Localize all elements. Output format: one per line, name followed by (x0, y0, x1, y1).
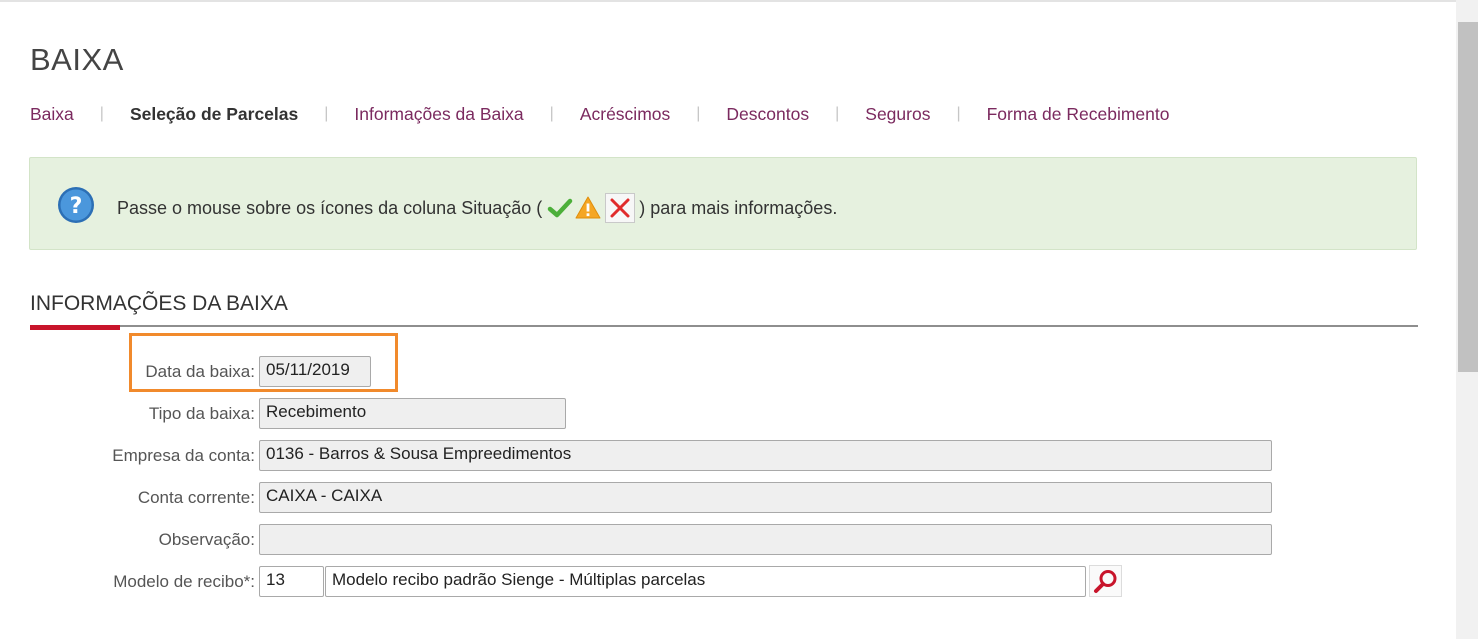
tab-separator: | (324, 105, 329, 122)
warning-icon[interactable] (575, 195, 601, 221)
conta-corrente-field[interactable]: CAIXA - CAIXA (259, 482, 1272, 513)
status-icons-legend (547, 193, 636, 223)
modelo-recibo-description-field[interactable]: Modelo recibo padrão Sienge - Múltiplas … (325, 566, 1086, 597)
tab-descontos[interactable]: Descontos (726, 104, 809, 125)
observacao-label: Observação: (158, 530, 255, 549)
modelo-recibo-label: Modelo de recibo*: (113, 572, 255, 591)
vertical-scrollbar-thumb[interactable] (1458, 22, 1478, 372)
svg-text:?: ? (70, 194, 83, 219)
search-icon (1093, 570, 1116, 593)
tab-acrescimos[interactable]: Acréscimos (580, 104, 670, 125)
tipo-baixa-field[interactable]: Recebimento (259, 398, 566, 429)
tab-seguros[interactable]: Seguros (865, 104, 930, 125)
tab-informacoes-da-baixa[interactable]: Informações da Baixa (354, 104, 523, 125)
top-border (0, 0, 1456, 2)
error-x-icon[interactable] (605, 193, 636, 223)
tab-selecao-de-parcelas[interactable]: Seleção de Parcelas (130, 104, 298, 125)
check-icon[interactable] (547, 195, 573, 221)
tab-separator: | (549, 105, 554, 122)
section-accent-bar (30, 325, 120, 330)
info-message-box: ? Passe o mouse sobre os ícones da colun… (29, 157, 1417, 250)
empresa-conta-label: Empresa da conta: (112, 446, 255, 465)
help-question-icon: ? (58, 187, 94, 223)
tipo-baixa-label: Tipo da baixa: (148, 404, 255, 423)
tab-separator: | (99, 105, 104, 122)
data-baixa-label: Data da baixa: (145, 362, 255, 381)
section-title: INFORMAÇÕES DA BAIXA (30, 292, 288, 315)
conta-corrente-label: Conta corrente: (137, 488, 255, 507)
tab-bar: Baixa | Seleção de Parcelas | Informaçõe… (30, 102, 1169, 126)
info-text-after: ) para mais informações. (639, 197, 838, 218)
tab-separator: | (956, 105, 961, 122)
info-message-text: Passe o mouse sobre os ícones da coluna … (117, 193, 837, 223)
tab-baixa[interactable]: Baixa (30, 104, 74, 125)
empresa-conta-field[interactable]: 0136 - Barros & Sousa Empreedimentos (259, 440, 1272, 471)
info-text-before: Passe o mouse sobre os ícones da coluna … (117, 197, 543, 218)
tab-separator: | (835, 105, 840, 122)
tab-forma-de-recebimento[interactable]: Forma de Recebimento (987, 104, 1170, 125)
page-title: BAIXA (30, 42, 124, 77)
observacao-field[interactable] (259, 524, 1272, 555)
modelo-recibo-search-button[interactable] (1089, 565, 1122, 597)
section-divider (30, 325, 1418, 327)
data-baixa-field[interactable]: 05/11/2019 (259, 356, 371, 387)
tab-separator: | (696, 105, 701, 122)
modelo-recibo-code-input[interactable]: 13 (259, 566, 324, 597)
